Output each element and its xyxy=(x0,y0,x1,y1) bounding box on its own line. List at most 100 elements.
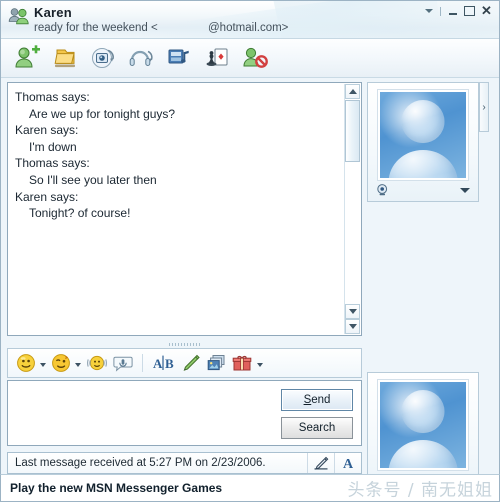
winks-caret-icon[interactable] xyxy=(75,362,81,367)
nudge-button[interactable] xyxy=(84,351,110,375)
contact-email: @hotmail.com> xyxy=(208,22,289,34)
minimize-button[interactable] xyxy=(445,4,460,18)
window-menu-button[interactable] xyxy=(421,4,436,18)
send-button-accesskey: S xyxy=(303,394,312,406)
avatar-body xyxy=(388,440,458,468)
svg-text:B: B xyxy=(165,356,174,371)
font-icon[interactable]: A xyxy=(334,453,361,473)
splitter-grip-icon xyxy=(168,342,201,346)
audio-call-button[interactable] xyxy=(123,42,161,74)
message-line: Karen says: Tonight? of course! xyxy=(15,189,341,222)
self-display-picture-frame xyxy=(377,379,469,471)
two-people-icon xyxy=(8,7,30,27)
voice-clip-icon xyxy=(113,356,133,372)
contact-display-picture-panel[interactable] xyxy=(367,82,479,202)
left-column: Thomas says: Are we up for tonight guys?… xyxy=(7,82,362,482)
maximize-icon xyxy=(464,6,475,16)
message-text: I'm down xyxy=(29,139,77,154)
advertisement-bar[interactable]: Play the new MSN Messenger Games 头条号 / 南… xyxy=(0,474,500,502)
format-toolbar-divider xyxy=(142,354,143,372)
handwriting-button[interactable] xyxy=(177,351,203,375)
triangle-down-icon xyxy=(348,309,357,314)
title-bar[interactable]: Karen ready for the weekend < @hotmail.c… xyxy=(1,1,499,39)
status-bar: Last message received at 5:27 PM on 2/23… xyxy=(7,452,362,474)
chat-history-scrollbar[interactable] xyxy=(344,84,360,334)
close-button[interactable]: ✕ xyxy=(479,4,494,18)
conversation-window: Karen ready for the weekend < @hotmail.c… xyxy=(0,0,500,492)
send-gift-button[interactable] xyxy=(229,351,255,375)
sidebar-expander-button[interactable]: › xyxy=(479,82,489,132)
avatar-head xyxy=(401,389,445,433)
gift-icon xyxy=(232,355,252,371)
message-sender: Karen says: xyxy=(15,189,79,204)
handwriting-icon[interactable] xyxy=(307,453,334,473)
webcam-icon[interactable] xyxy=(376,183,390,197)
chevron-down-icon xyxy=(424,9,433,13)
play-game-button[interactable] xyxy=(199,42,237,74)
chat-history-text: Thomas says: Are we up for tonight guys?… xyxy=(15,89,341,222)
scroll-up-button[interactable] xyxy=(345,84,360,99)
message-sender: Thomas says: xyxy=(15,156,90,171)
message-line: Thomas says: So I'll see you later then xyxy=(15,155,341,188)
send-file-button[interactable] xyxy=(47,42,85,74)
contact-status-message: ready for the weekend < xyxy=(34,22,158,34)
message-sender: Karen says: xyxy=(15,123,79,138)
contact-display-picture-footer xyxy=(368,181,478,199)
scroll-to-bottom-button[interactable] xyxy=(345,319,360,334)
self-avatar xyxy=(380,382,466,468)
search-button[interactable]: Search xyxy=(281,417,353,439)
triangle-down-icon xyxy=(348,324,357,329)
minimize-icon xyxy=(448,12,457,15)
backgrounds-icon xyxy=(207,355,225,371)
pane-splitter[interactable] xyxy=(7,340,362,348)
folder-send-icon xyxy=(54,49,75,68)
wink-icon xyxy=(52,354,70,372)
message-text: Are we up for tonight guys? xyxy=(29,106,176,121)
send-button[interactable]: Send xyxy=(281,389,353,411)
change-font-button[interactable]: A B xyxy=(149,351,177,375)
contact-name: Karen xyxy=(34,5,72,20)
avatar-head xyxy=(401,99,445,143)
backgrounds-button[interactable] xyxy=(203,351,229,375)
close-icon: ✕ xyxy=(481,3,492,18)
headset-icon xyxy=(129,50,153,66)
webcam-icon xyxy=(92,48,114,68)
contact-display-picture-caret-icon[interactable] xyxy=(460,187,470,193)
message-line: Thomas says: Are we up for tonight guys? xyxy=(15,89,341,122)
emoticons-button[interactable] xyxy=(14,351,38,375)
gift-caret-icon[interactable] xyxy=(257,362,263,367)
music-note-icon xyxy=(168,49,189,64)
message-text: So I'll see you later then xyxy=(29,172,157,187)
scroll-down-button[interactable] xyxy=(345,304,360,319)
msn-messenger-window: Karen ready for the weekend < @hotmail.c… xyxy=(0,0,500,502)
games-icon xyxy=(206,48,228,66)
music-button[interactable] xyxy=(161,42,199,74)
nudge-icon xyxy=(87,355,107,371)
window-controls-divider xyxy=(440,6,441,16)
svg-text:A: A xyxy=(343,457,354,470)
block-contact-button[interactable] xyxy=(237,42,275,74)
video-call-button[interactable] xyxy=(85,42,123,74)
contact-display-picture-frame xyxy=(377,89,469,181)
person-add-icon xyxy=(15,45,40,68)
conversation-toolbar xyxy=(1,39,499,78)
font-ab-icon: A B xyxy=(153,355,174,371)
avatar-body xyxy=(388,150,458,178)
chat-history-panel[interactable]: Thomas says: Are we up for tonight guys?… xyxy=(7,82,362,336)
message-input-panel[interactable]: Send Search xyxy=(7,380,362,446)
watermark-text: 头条号 / 南无姐姐 xyxy=(347,480,493,501)
emoticons-caret-icon[interactable] xyxy=(40,362,46,367)
format-toolbar: A B xyxy=(7,348,362,378)
advertisement-text[interactable]: Play the new MSN Messenger Games xyxy=(1,481,222,495)
message-text: Tonight? of course! xyxy=(29,206,131,221)
window-controls: ✕ xyxy=(421,3,494,19)
status-bar-text: Last message received at 5:27 PM on 2/23… xyxy=(15,457,266,469)
winks-button[interactable] xyxy=(49,351,73,375)
titlebar-sheen-secondary xyxy=(137,1,441,38)
voice-clip-button[interactable] xyxy=(110,351,136,375)
maximize-button[interactable] xyxy=(462,4,477,18)
send-button-label: end xyxy=(311,394,331,406)
invite-someone-button[interactable] xyxy=(9,42,47,74)
message-line: Karen says: I'm down xyxy=(15,122,341,155)
scrollbar-thumb[interactable] xyxy=(345,100,360,162)
